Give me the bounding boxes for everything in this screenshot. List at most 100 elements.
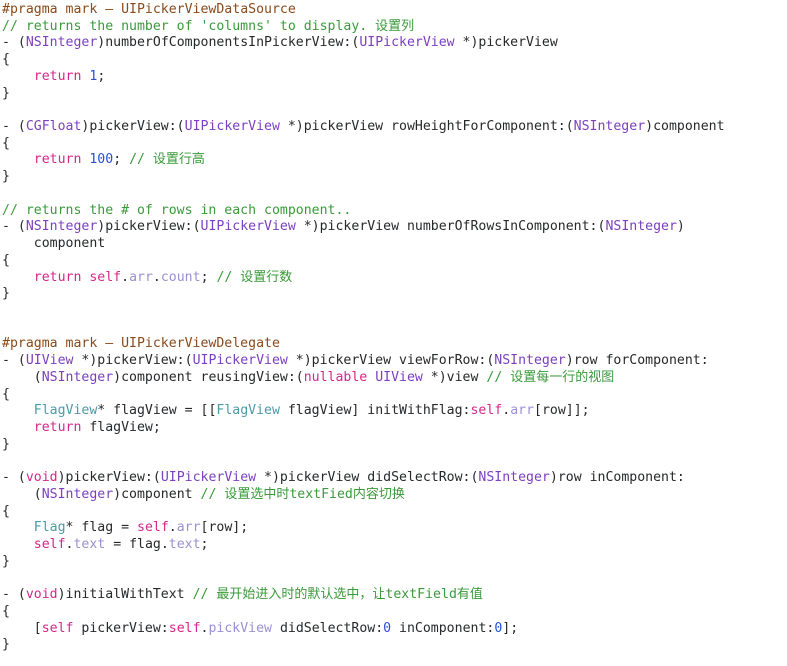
code-token-comment: //: [192, 587, 217, 603]
code-token-plain: - (: [2, 219, 26, 235]
code-line: - (void)pickerView:(UIPickerView *)picke…: [2, 470, 787, 487]
code-line: }: [2, 169, 787, 186]
code-line: - (CGFloat)pickerView:(UIPickerView *)pi…: [2, 119, 787, 136]
code-token-system-class: NSInteger: [573, 119, 646, 135]
code-token-plain: component: [2, 236, 106, 252]
code-token-system-class: UIPickerView: [359, 35, 455, 51]
code-token-comment: 有值: [456, 587, 483, 603]
code-line: return 1;: [2, 69, 787, 86]
code-token-plain: pickerView:: [73, 620, 169, 636]
code-token-plain: ): [676, 219, 685, 235]
code-token-plain: inComponent:: [391, 620, 495, 636]
code-token-system-class: NSInteger: [41, 486, 114, 502]
code-token-comment: // returns the number of 'columns' to di…: [2, 18, 376, 34]
code-token-system-class: CGFloat: [25, 119, 82, 135]
code-token-comment: 内容切换: [352, 486, 405, 502]
code-token-user-class: FlagView: [33, 403, 98, 419]
code-token-plain: [row];: [200, 520, 249, 536]
code-token-plain: {: [2, 503, 10, 519]
code-token-plain: * flagView = [[: [97, 403, 217, 419]
code-token-plain: - (: [2, 353, 26, 369]
code-token-plain: )component: [645, 119, 725, 135]
code-token-plain: *)pickerView: [454, 35, 558, 51]
code-token-plain: *)pickerView numberOfRowsInComponent:(: [295, 219, 606, 235]
code-token-keyword: return: [33, 419, 82, 435]
code-token-system-class: NSInteger: [494, 353, 566, 369]
code-token-keyword: self: [168, 620, 201, 636]
code-token-keyword: return: [33, 68, 82, 84]
code-token-plain: {: [2, 603, 10, 619]
code-token-plain: .: [121, 269, 130, 285]
code-token-comment: //: [129, 152, 153, 168]
code-token-plain: }: [2, 169, 10, 185]
code-token-plain: }: [2, 286, 10, 302]
source-code-text[interactable]: #pragma mark — UIPickerViewDataSource// …: [0, 0, 787, 654]
code-token-keyword: self: [41, 620, 74, 636]
code-line: component: [2, 236, 787, 253]
code-token-plain: }: [2, 436, 10, 452]
code-token-property: arr: [510, 403, 535, 419]
code-token-plain: = flag.: [105, 537, 169, 552]
code-token-plain: flagView;: [81, 419, 161, 435]
code-line: {: [2, 136, 787, 153]
code-token-plain: )row inComponent:: [549, 470, 685, 486]
code-token-plain: ;: [200, 537, 209, 552]
code-token-plain: }: [2, 637, 10, 653]
code-line: // returns the number of 'columns' to di…: [2, 19, 787, 36]
code-token-keyword: return: [33, 152, 82, 168]
code-token-plain: *)view: [422, 369, 487, 385]
code-line: }: [2, 437, 787, 454]
code-token-plain: )pickerView:(: [81, 119, 185, 135]
code-token-plain: *)pickerView viewForRow:(: [287, 353, 495, 369]
code-token-plain: )pickerView:(: [57, 470, 161, 486]
code-token-comment: 设置行数: [240, 269, 293, 285]
code-token-comment: //: [216, 269, 241, 285]
code-token-plain: {: [2, 252, 10, 268]
code-token-plain: .: [502, 403, 511, 419]
code-token-comment: textFied: [289, 486, 353, 502]
code-token-comment: textField: [385, 587, 457, 603]
code-token-comment: 设置选中时: [224, 486, 290, 502]
code-editor-pane[interactable]: #pragma mark — UIPickerViewDataSource// …: [0, 0, 787, 666]
code-token-plain: )row forComponent:: [565, 353, 709, 369]
code-line: - (UIView *)pickerView:(UIPickerView *)p…: [2, 353, 787, 370]
code-token-system-class: UIPickerView: [160, 470, 257, 486]
code-token-plain: ;: [200, 269, 217, 285]
code-token-property: text: [168, 537, 201, 552]
code-line: #pragma mark — UIPickerViewDataSource: [2, 2, 787, 19]
code-line: }: [2, 286, 787, 303]
code-line: {: [2, 604, 787, 621]
code-line: self.text = flag.text;: [2, 537, 787, 554]
code-token-system-class: UIPickerView: [184, 119, 280, 135]
code-line: {: [2, 52, 787, 69]
code-line: - (void)initialWithText // 最开始进入时的默认选中，让…: [2, 587, 787, 604]
code-token-system-class: NSInteger: [25, 35, 98, 51]
code-token-keyword: void: [25, 470, 58, 486]
code-token-system-class: NSInteger: [41, 369, 114, 385]
code-token-plain: )numberOfComponentsInPickerView:(: [97, 35, 360, 51]
code-token-user-class: Flag: [33, 520, 66, 536]
code-token-property: text: [73, 537, 106, 552]
code-token-comment: //: [486, 369, 511, 385]
code-line: [self pickerView:self.pickView didSelect…: [2, 621, 787, 638]
code-line: }: [2, 637, 787, 654]
code-line: }: [2, 554, 787, 571]
code-token-plain: ;: [97, 68, 106, 84]
code-line: (NSInteger)component reusingView:(nullab…: [2, 370, 787, 387]
code-token-comment: 最开始进入时的默认选中，让: [216, 587, 386, 603]
code-token-keyword: self: [89, 269, 122, 285]
code-token-pragma: — UIPickerViewDataSource: [105, 2, 296, 17]
code-token-plain: [: [2, 620, 42, 636]
code-line: FlagView* flagView = [[FlagView flagView…: [2, 403, 787, 420]
code-line: {: [2, 253, 787, 270]
code-token-plain: flagView] initWithFlag:: [279, 403, 471, 419]
code-token-plain: .: [168, 520, 177, 536]
code-token-plain: - (: [2, 35, 26, 51]
